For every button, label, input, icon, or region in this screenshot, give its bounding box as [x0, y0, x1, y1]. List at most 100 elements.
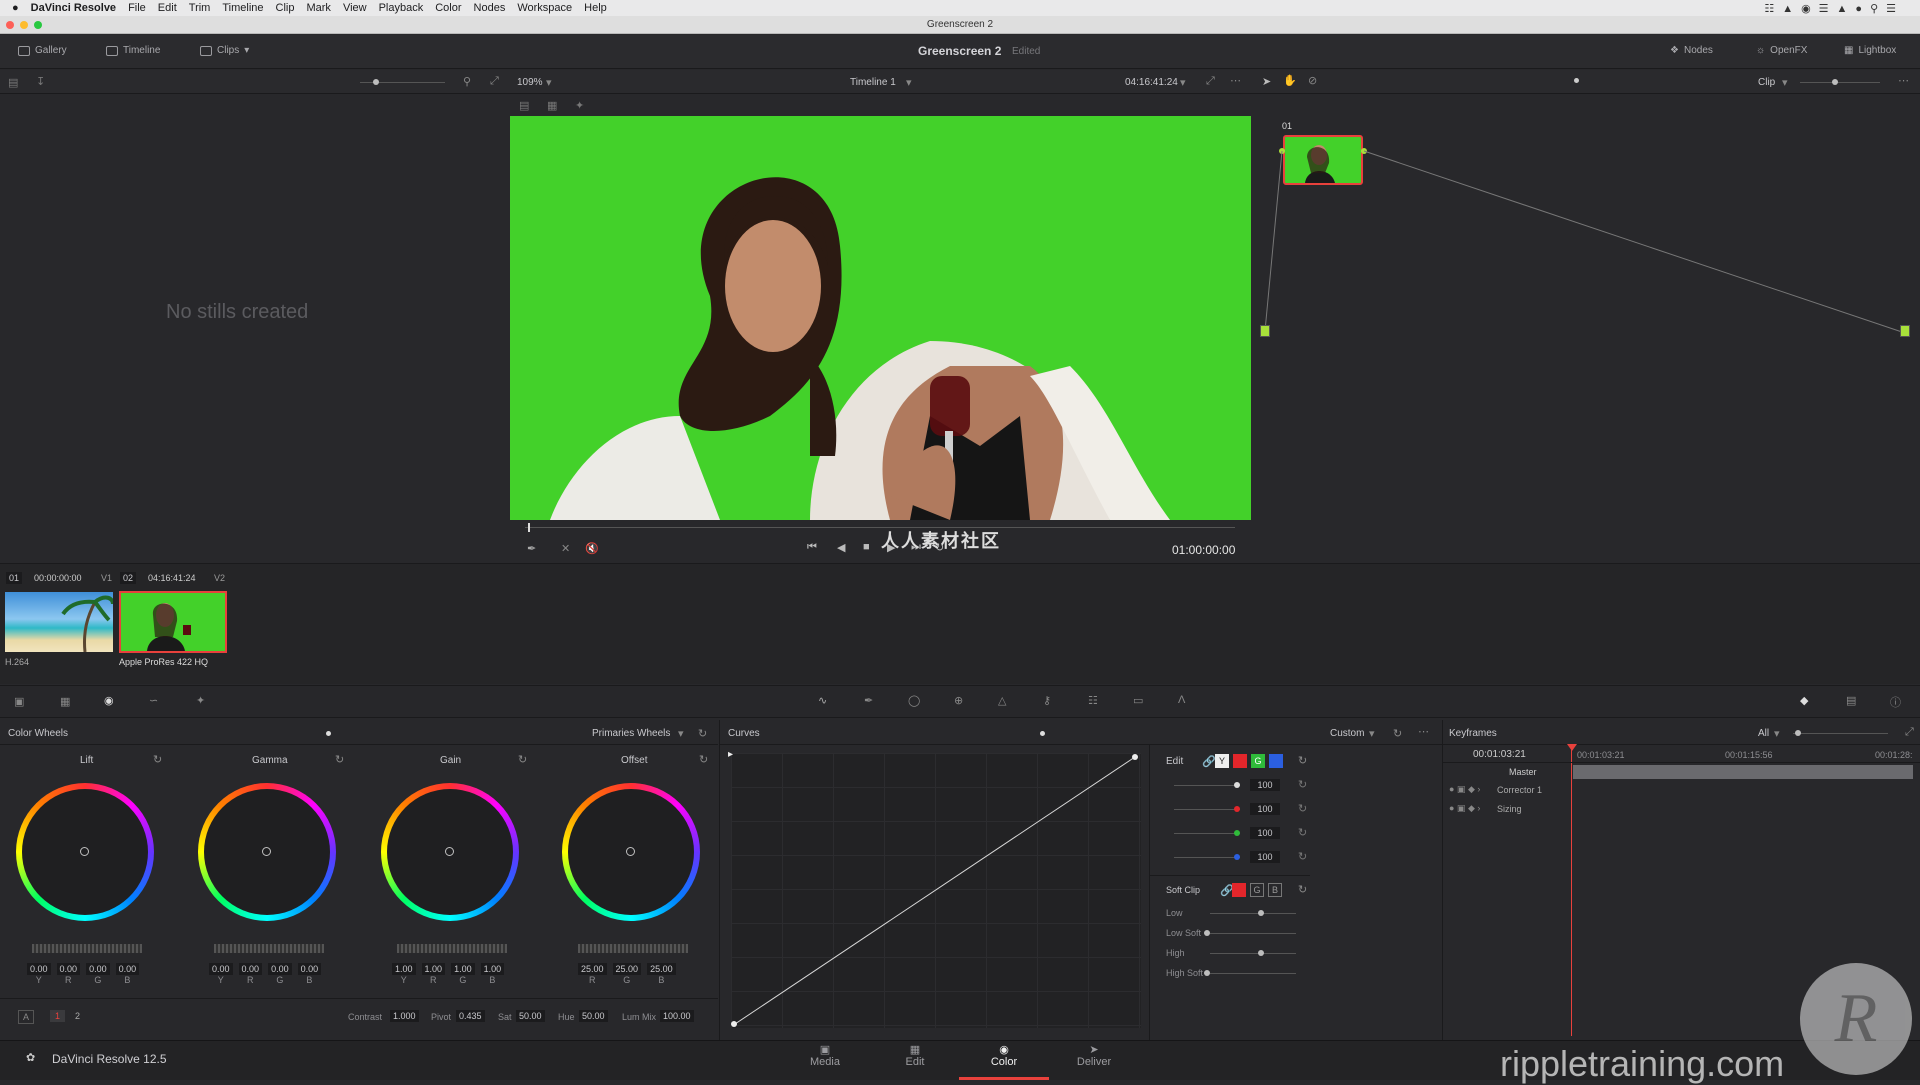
offset-r-value[interactable]: 25.00 — [578, 963, 607, 975]
high-soft-slider[interactable] — [1210, 973, 1296, 974]
gain-g-value[interactable]: 1.00 — [451, 963, 475, 975]
gallery-button[interactable]: Gallery — [18, 45, 67, 56]
curve-white-point[interactable] — [1132, 754, 1138, 760]
sat-value[interactable]: 50.00 — [516, 1010, 545, 1022]
y-intensity-slider[interactable] — [1174, 785, 1240, 786]
lift-y-value[interactable]: 0.00 — [27, 963, 51, 975]
3d-icon[interactable]: ▭ — [1133, 694, 1143, 707]
camera-raw-icon[interactable]: ▣ — [14, 695, 24, 708]
curves-options-icon[interactable]: ⋯ — [1418, 725, 1429, 738]
bypass-icon[interactable]: ⊘ — [1308, 74, 1317, 87]
low-handle[interactable] — [1258, 910, 1264, 916]
lightbox-button[interactable]: ▦ Lightbox — [1844, 45, 1896, 56]
sidebar-toggle-icon[interactable]: ▤ — [8, 76, 18, 89]
close-window-button[interactable] — [6, 21, 14, 29]
sizing-icon[interactable]: ☷ — [1088, 694, 1098, 707]
b-reset-icon[interactable]: ↻ — [1298, 850, 1307, 863]
gain-reset-icon[interactable]: ↻ — [518, 753, 527, 766]
gain-puck[interactable] — [445, 847, 454, 856]
wheels-mode-selector[interactable]: Primaries Wheels — [592, 728, 670, 739]
gamma-g-value[interactable]: 0.00 — [268, 963, 292, 975]
high-slider[interactable] — [1210, 953, 1296, 954]
lift-wheel[interactable] — [16, 783, 154, 921]
curve-black-point[interactable] — [731, 1021, 737, 1027]
offset-master-wheel[interactable] — [578, 944, 688, 953]
lummix-value[interactable]: 100.00 — [660, 1010, 694, 1022]
app-menu[interactable]: DaVinci Resolve — [31, 2, 116, 14]
source-input-node[interactable] — [1260, 325, 1270, 337]
lift-b-value[interactable]: 0.00 — [115, 963, 140, 975]
minimize-window-button[interactable] — [20, 21, 28, 29]
stop-icon[interactable]: ■ — [863, 541, 870, 553]
keyframe-playhead[interactable] — [1571, 746, 1572, 1036]
gamma-r-value[interactable]: 0.00 — [238, 963, 263, 975]
curves-reset-icon[interactable]: ↻ — [1393, 727, 1402, 740]
lift-master-wheel[interactable] — [32, 944, 142, 953]
eyedropper-icon[interactable]: ✒ — [527, 542, 536, 555]
high-soft-handle[interactable] — [1204, 970, 1210, 976]
clips-button[interactable]: Clips ▾ — [200, 45, 249, 56]
offset-reset-icon[interactable]: ↻ — [699, 753, 708, 766]
keyframe-expand-icon[interactable]: ⤢ — [1905, 726, 1914, 739]
curves-tab-icon[interactable]: ∿ — [818, 694, 827, 707]
grab-still-icon[interactable]: ↧ — [36, 75, 45, 88]
lift-g-value[interactable]: 0.00 — [86, 963, 110, 975]
offset-puck[interactable] — [626, 847, 635, 856]
search-icon[interactable]: ⚲ — [463, 75, 471, 88]
contrast-value[interactable]: 1.000 — [390, 1010, 419, 1022]
r-reset-icon[interactable]: ↻ — [1298, 802, 1307, 815]
scrub-bar[interactable] — [525, 527, 1235, 528]
gain-master-wheel[interactable] — [397, 944, 507, 953]
link-icon[interactable]: 🔗 — [1202, 755, 1216, 768]
node-options-icon[interactable]: ⋯ — [1898, 74, 1909, 87]
tab-2[interactable]: 2 — [70, 1010, 85, 1022]
gain-y-value[interactable]: 1.00 — [392, 963, 416, 975]
menu-file[interactable]: File — [128, 2, 146, 14]
viewer-zoom[interactable]: 109% — [517, 77, 543, 88]
g-intensity-slider[interactable] — [1174, 833, 1240, 834]
sizing-track-controls[interactable]: ● ▣ ◆ › — [1449, 803, 1480, 814]
menu-mark[interactable]: Mark — [306, 2, 330, 14]
expand-icon[interactable]: ⤢ — [490, 75, 499, 88]
page-media[interactable]: ▣ Media — [785, 1043, 865, 1068]
nodes-button[interactable]: ❖ Nodes — [1670, 45, 1713, 56]
offset-wheel[interactable] — [562, 783, 700, 921]
gallery-zoom-handle[interactable] — [373, 79, 379, 85]
menu-edit[interactable]: Edit — [158, 2, 177, 14]
rgb-mixer-icon[interactable]: ∽ — [149, 694, 158, 707]
playhead[interactable] — [528, 523, 530, 532]
video-frame[interactable] — [510, 116, 1251, 520]
viewer-options-icon[interactable]: ⋯ — [1230, 74, 1241, 87]
qualifier-icon[interactable]: ✒ — [864, 694, 873, 707]
low-soft-slider[interactable] — [1210, 933, 1296, 934]
window-icon[interactable]: ◯ — [908, 694, 920, 707]
r-intensity-slider[interactable] — [1174, 809, 1240, 810]
keyframe-playhead-marker[interactable] — [1567, 744, 1577, 751]
mute-icon[interactable]: 🔇 — [585, 542, 599, 555]
blur-icon[interactable]: △ — [998, 694, 1006, 707]
offset-b-value[interactable]: 25.00 — [647, 963, 676, 975]
master-track-bar[interactable] — [1573, 765, 1913, 779]
y-intensity-handle[interactable] — [1234, 782, 1240, 788]
color-wheels-tab-icon[interactable]: ◉ — [104, 694, 114, 707]
gamma-y-value[interactable]: 0.00 — [209, 963, 233, 975]
page-color[interactable]: ◉ Color — [964, 1043, 1044, 1068]
menu-timeline[interactable]: Timeline — [222, 2, 263, 14]
tracker-icon[interactable]: ⊕ — [954, 694, 963, 707]
lift-r-value[interactable]: 0.00 — [56, 963, 81, 975]
info-icon[interactable]: ⓘ — [1890, 694, 1901, 710]
stereo-icon[interactable]: Λ — [1178, 694, 1185, 706]
tab-1[interactable]: 1 — [50, 1010, 66, 1022]
jump-start-icon[interactable]: ⏮ — [807, 541, 817, 554]
openfx-button[interactable]: ☼ OpenFX — [1756, 45, 1807, 56]
menu-help[interactable]: Help — [584, 2, 607, 14]
page-edit[interactable]: ▦ Edit — [875, 1043, 955, 1068]
menu-nodes[interactable]: Nodes — [474, 2, 506, 14]
softclip-r-button[interactable] — [1232, 883, 1246, 897]
lift-reset-icon[interactable]: ↻ — [153, 753, 162, 766]
softclip-reset-icon[interactable]: ↻ — [1298, 883, 1307, 896]
gamma-b-value[interactable]: 0.00 — [297, 963, 322, 975]
timeline-selector[interactable]: Timeline 1 — [850, 77, 896, 88]
menu-clip[interactable]: Clip — [276, 2, 295, 14]
motion-effects-icon[interactable]: ✦ — [196, 694, 205, 707]
